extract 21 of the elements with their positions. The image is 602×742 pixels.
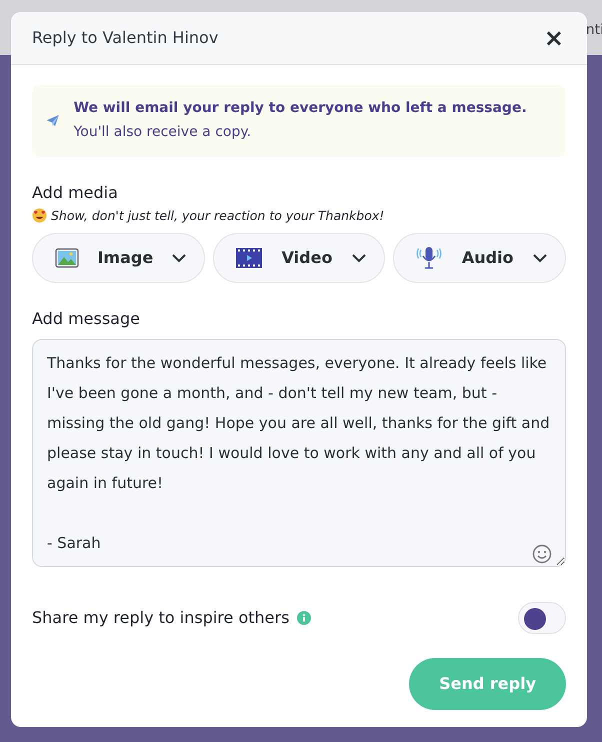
audio-dropdown-button[interactable]: Audio [393,233,566,284]
image-dropdown-button[interactable]: Image [32,233,205,284]
microphone-icon [416,245,442,272]
dialog-title: Reply to Valentin Hinov [32,27,218,49]
video-dropdown-button[interactable]: Video [212,233,386,284]
heart-eyes-emoji-icon [32,208,47,224]
info-icon[interactable] [297,611,312,626]
section-heading: Add media [32,182,119,204]
chevron-down-icon [172,254,186,263]
close-button[interactable]: × [542,26,566,50]
chevron-down-icon [352,254,366,263]
notice-text: We will email your reply to everyone who left a message. You'll also receive a copy. [74,99,528,142]
film-strip-icon [236,248,262,268]
section-heading: Add message [32,308,141,330]
hint-text: Show, don't just tell, your reaction to your Thankbox! [51,206,384,225]
smiley-icon[interactable] [532,544,552,564]
share-toggle[interactable] [518,602,566,634]
message-field[interactable]: Thanks for the wonderful messages, everyone. It already feels like I've been gone a month, and - don't tell my new team, but - missing the old gang! Hope you are all well, thanks for the gift and please stay in touch! I would love to work with any and all of you again in future! - Sarah [32,339,566,568]
share-label: Share my reply to inspire others [32,607,290,630]
landscape-image-icon [55,248,79,268]
chevron-down-icon [533,254,548,263]
